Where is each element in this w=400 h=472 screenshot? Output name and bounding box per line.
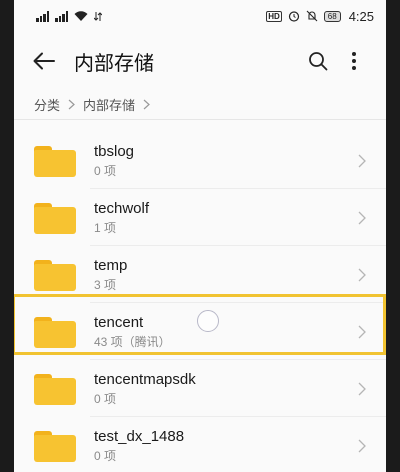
folder-item-count: 1 项: [94, 220, 117, 235]
folder-item-count: 0 项: [94, 391, 117, 406]
folder-text: tbslog 0 项: [94, 142, 356, 180]
folder-name: temp: [94, 256, 128, 274]
folder-text: test_dx_1488 0 项: [94, 427, 356, 465]
app-bar: 内部存储: [14, 32, 386, 90]
folder-icon: [34, 201, 76, 235]
folder-text: tencentmapsdk 0 项: [94, 370, 356, 408]
device-bezel-left: [0, 0, 14, 472]
folder-item-tbslog[interactable]: tbslog 0 项: [14, 132, 386, 189]
chevron-right-icon: [356, 436, 368, 456]
chevron-right-icon: [356, 265, 368, 285]
folder-item-tencentmapsdk[interactable]: tencentmapsdk 0 项: [14, 360, 386, 417]
scrolled-previous-item: [14, 120, 386, 132]
clock: 4:25: [348, 8, 374, 24]
cellular-signal-2-icon: [55, 10, 68, 22]
folder-icon: [34, 144, 76, 178]
folder-item-test-dx-1488[interactable]: test_dx_1488 0 项: [14, 417, 386, 472]
folder-text: tencent 43 项（腾讯）: [94, 313, 356, 351]
data-transfer-icon: [94, 11, 102, 21]
folder-item-count: 43 项（腾讯）: [94, 334, 171, 349]
chevron-right-icon: [356, 379, 368, 399]
battery-level: 68: [327, 11, 337, 21]
folder-icon: [34, 258, 76, 292]
chevron-right-icon: [143, 99, 150, 110]
cellular-signal-icon: [36, 10, 49, 22]
folder-item-count: 3 项: [94, 277, 117, 292]
battery-icon: 68: [323, 10, 341, 22]
arrow-left-icon: [33, 52, 55, 70]
breadcrumb-item-category[interactable]: 分类: [34, 95, 60, 114]
chevron-right-icon: [356, 208, 368, 228]
folder-icon: [34, 429, 76, 463]
folder-item-techwolf[interactable]: techwolf 1 项: [14, 189, 386, 246]
page-title: 内部存储: [74, 52, 154, 75]
folder-name: test_dx_1488: [94, 427, 185, 445]
status-right: HD 68 4:25: [266, 9, 374, 24]
search-button[interactable]: [300, 43, 336, 79]
breadcrumb: 分类 内部存储: [14, 90, 386, 120]
mute-icon: [306, 10, 318, 22]
folder-item-count: 0 项: [94, 163, 117, 178]
back-button[interactable]: [24, 41, 64, 81]
status-left: [36, 10, 102, 22]
more-vertical-icon: [352, 52, 356, 70]
folder-item-count: 0 项: [94, 448, 117, 463]
wifi-icon: [74, 10, 88, 21]
folder-item-temp[interactable]: temp 3 项: [14, 246, 386, 303]
status-bar: HD 68 4:25: [14, 0, 386, 32]
file-list: tbslog 0 项 techwolf 1 项 temp 3 项 tencent…: [14, 132, 386, 472]
folder-item-tencent[interactable]: tencent 43 项（腾讯）: [14, 303, 386, 360]
more-options-button[interactable]: [336, 43, 372, 79]
folder-name: techwolf: [94, 199, 150, 217]
alarm-icon: [288, 11, 299, 22]
folder-name: tbslog: [94, 142, 135, 160]
folder-name: tencent: [94, 313, 144, 331]
folder-icon: [34, 372, 76, 406]
hd-badge: HD: [266, 10, 282, 22]
folder-text: techwolf 1 项: [94, 199, 356, 237]
folder-name: tencentmapsdk: [94, 370, 196, 388]
device-bezel-right: [386, 0, 400, 472]
chevron-right-icon: [356, 322, 368, 342]
chevron-right-icon: [356, 151, 368, 171]
search-icon: [309, 52, 328, 71]
folder-text: temp 3 项: [94, 256, 356, 294]
breadcrumb-item-internal-storage[interactable]: 内部存储: [83, 95, 135, 114]
folder-icon: [34, 315, 76, 349]
chevron-right-icon: [68, 99, 75, 110]
phone-screen: HD 68 4:25 内部存储 分类 内部存储 tbslog 0 项 techw…: [14, 0, 386, 472]
